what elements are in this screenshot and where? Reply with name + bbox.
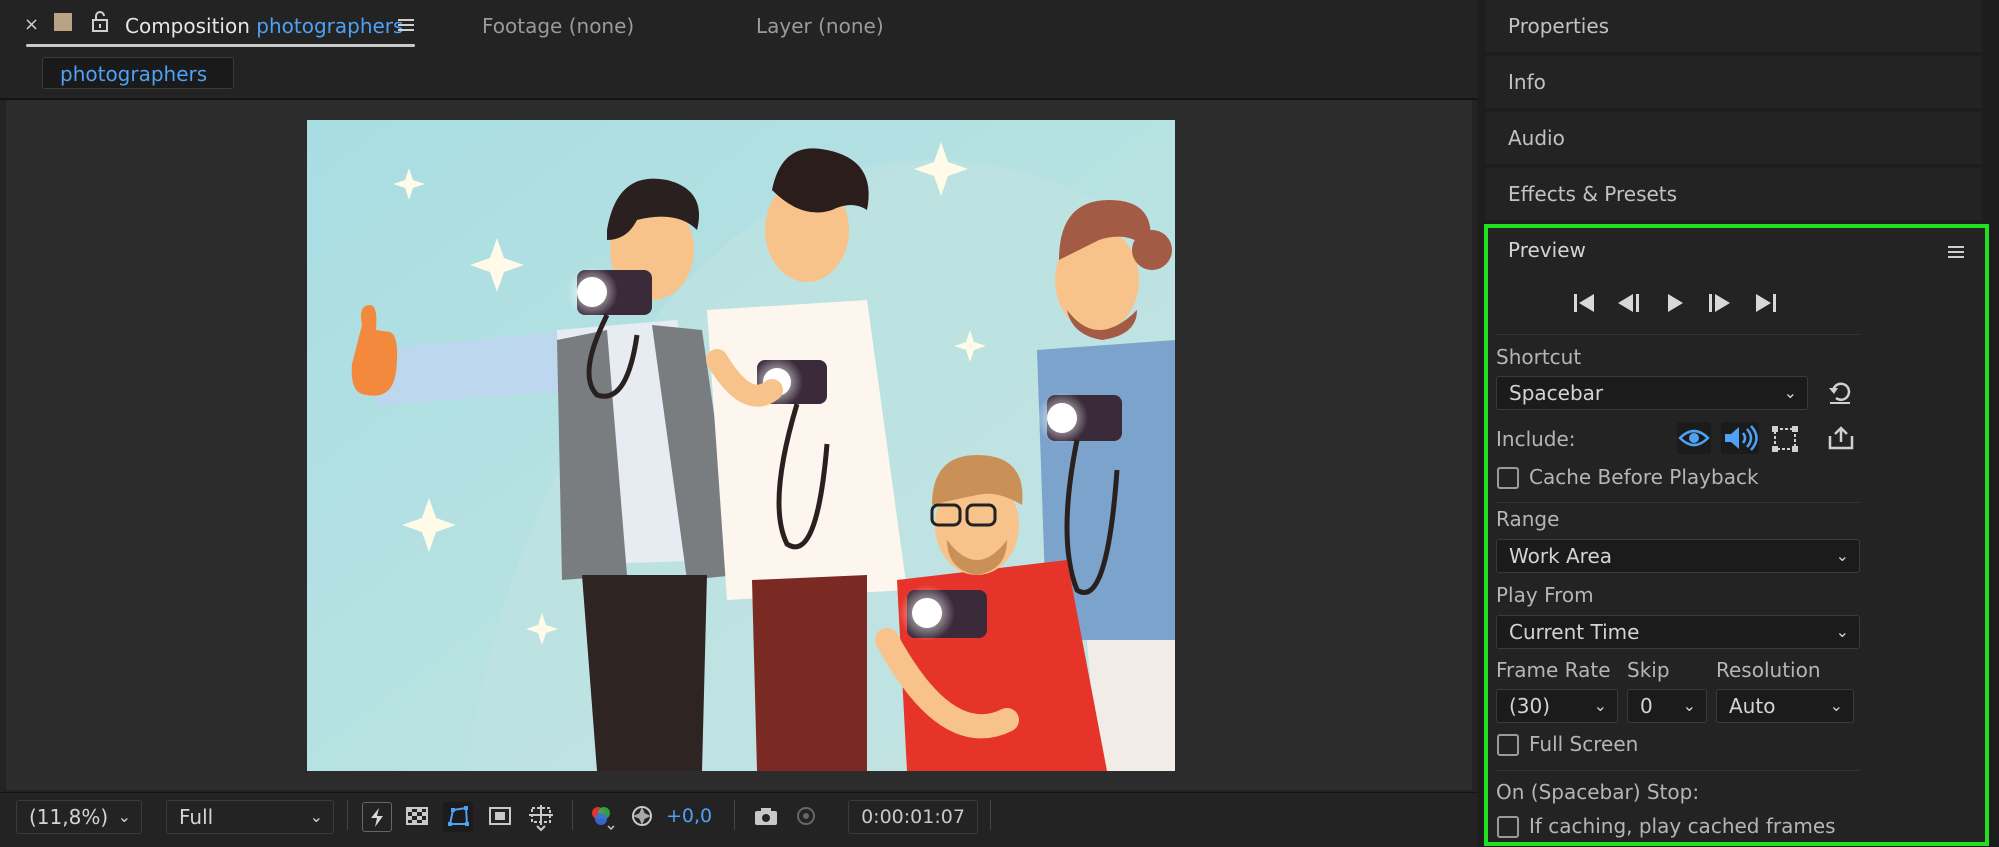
chevron-down-icon: ⌄ bbox=[309, 807, 323, 826]
divider bbox=[1496, 334, 1860, 335]
reset-exposure-icon[interactable] bbox=[628, 802, 658, 832]
grid-guides-icon[interactable] bbox=[526, 802, 556, 832]
full-screen-checkbox[interactable] bbox=[1497, 734, 1519, 756]
shortcut-value: Spacebar bbox=[1509, 381, 1604, 405]
frame-rate-label: Frame Rate bbox=[1496, 658, 1611, 682]
tab-layer[interactable]: Layer (none) bbox=[756, 0, 884, 52]
divider bbox=[1496, 502, 1860, 503]
region-of-interest-icon[interactable] bbox=[486, 802, 516, 832]
panel-menu-icon[interactable] bbox=[398, 17, 414, 33]
composition-subtab[interactable]: photographers bbox=[42, 57, 234, 89]
close-tab-icon[interactable]: × bbox=[24, 15, 40, 35]
shortcut-dropdown[interactable]: Spacebar ⌄ bbox=[1496, 376, 1808, 410]
chevron-down-icon: ⌄ bbox=[117, 807, 131, 826]
active-tab-indicator bbox=[26, 44, 415, 47]
next-frame-icon[interactable] bbox=[1706, 292, 1732, 314]
color-label-swatch-icon[interactable] bbox=[54, 13, 72, 31]
chevron-down-icon: ⌄ bbox=[1829, 696, 1843, 715]
zoom-dropdown[interactable]: (11,8%) ⌄ bbox=[16, 800, 142, 834]
preview-title: Preview bbox=[1508, 238, 1586, 262]
divider bbox=[734, 800, 735, 830]
divider bbox=[347, 800, 348, 830]
play-from-value: Current Time bbox=[1509, 620, 1640, 644]
snapshot-camera-icon[interactable] bbox=[752, 802, 782, 832]
first-frame-icon[interactable] bbox=[1572, 292, 1598, 314]
skip-value: 0 bbox=[1640, 694, 1653, 718]
resolution-preview-value: Auto bbox=[1729, 694, 1776, 718]
frame-rate-dropdown[interactable]: (30) ⌄ bbox=[1496, 689, 1618, 723]
play-icon[interactable] bbox=[1664, 292, 1686, 314]
range-dropdown[interactable]: Work Area ⌄ bbox=[1496, 539, 1860, 573]
range-value: Work Area bbox=[1509, 544, 1613, 568]
divider bbox=[990, 800, 991, 830]
chevron-down-icon: ⌄ bbox=[1835, 546, 1849, 565]
transparency-grid-icon[interactable] bbox=[403, 802, 433, 832]
include-overlays-icon[interactable] bbox=[1770, 424, 1800, 454]
zoom-value: (11,8%) bbox=[29, 805, 109, 829]
range-label: Range bbox=[1496, 507, 1560, 531]
divider bbox=[1496, 770, 1860, 771]
resolution-preview-dropdown[interactable]: Auto ⌄ bbox=[1716, 689, 1854, 723]
mask-visibility-icon[interactable] bbox=[443, 802, 473, 832]
last-frame-icon[interactable] bbox=[1752, 292, 1778, 314]
effects-presets-panel-header[interactable]: Effects & Presets bbox=[1486, 168, 1982, 220]
fast-previews-icon[interactable] bbox=[362, 802, 392, 832]
audio-panel-header[interactable]: Audio bbox=[1486, 112, 1982, 164]
channel-rgb-icon[interactable] bbox=[586, 802, 616, 832]
previous-frame-icon[interactable] bbox=[1616, 292, 1642, 314]
if-caching-label: If caching, play cached frames bbox=[1529, 814, 1836, 838]
timecode-value: 0:00:01:07 bbox=[861, 806, 965, 828]
chevron-down-icon: ⌄ bbox=[1835, 622, 1849, 641]
panel-menu-icon[interactable] bbox=[1948, 244, 1964, 260]
exposure-value[interactable]: +0,0 bbox=[666, 805, 712, 827]
skip-dropdown[interactable]: 0 ⌄ bbox=[1627, 689, 1707, 723]
shortcut-label: Shortcut bbox=[1496, 345, 1582, 369]
reset-icon[interactable] bbox=[1827, 380, 1853, 406]
on-stop-label: On (Spacebar) Stop: bbox=[1496, 780, 1700, 804]
chevron-down-icon: ⌄ bbox=[1783, 383, 1797, 402]
if-caching-checkbox[interactable] bbox=[1497, 816, 1519, 838]
chevron-down-icon: ⌄ bbox=[1593, 696, 1607, 715]
info-panel-header[interactable]: Info bbox=[1486, 56, 1982, 108]
tab-footage[interactable]: Footage (none) bbox=[482, 0, 634, 52]
divider bbox=[572, 800, 573, 830]
resolution-label: Resolution bbox=[1716, 658, 1821, 682]
current-time-display[interactable]: 0:00:01:07 bbox=[848, 800, 978, 834]
full-screen-label: Full Screen bbox=[1529, 732, 1639, 756]
play-from-dropdown[interactable]: Current Time ⌄ bbox=[1496, 615, 1860, 649]
chevron-down-icon: ⌄ bbox=[1682, 696, 1696, 715]
cache-before-playback-checkbox[interactable] bbox=[1497, 467, 1519, 489]
cache-before-playback-label: Cache Before Playback bbox=[1529, 465, 1759, 489]
resolution-value: Full bbox=[179, 805, 214, 829]
tab-composition-prefix: Composition bbox=[125, 14, 250, 38]
show-snapshot-icon[interactable] bbox=[792, 802, 822, 832]
include-label: Include: bbox=[1496, 427, 1576, 451]
composition-artwork-image bbox=[307, 120, 1175, 771]
lock-icon[interactable] bbox=[91, 11, 109, 33]
export-icon[interactable] bbox=[1827, 424, 1855, 452]
include-audio-icon[interactable] bbox=[1721, 422, 1759, 454]
skip-label: Skip bbox=[1627, 658, 1670, 682]
properties-panel-header[interactable]: Properties bbox=[1486, 0, 1982, 52]
frame-rate-value: (30) bbox=[1509, 694, 1551, 718]
resolution-dropdown[interactable]: Full ⌄ bbox=[166, 800, 334, 834]
include-video-icon[interactable] bbox=[1677, 422, 1711, 454]
tab-composition-name: photographers bbox=[256, 14, 404, 38]
play-from-label: Play From bbox=[1496, 583, 1594, 607]
